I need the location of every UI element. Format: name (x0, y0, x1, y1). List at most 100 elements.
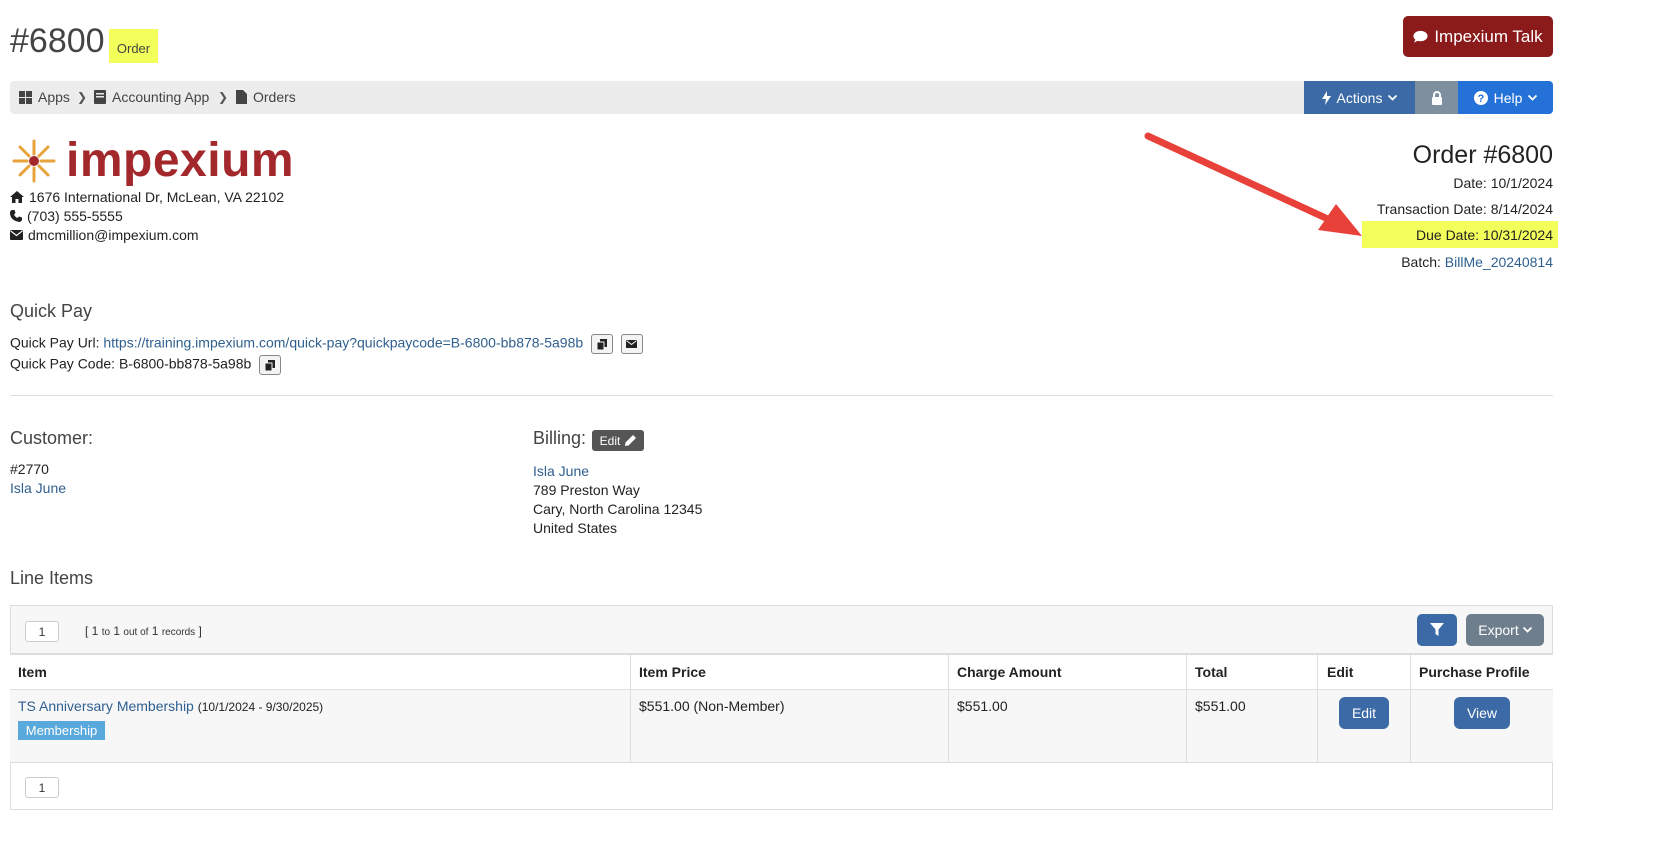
records-to-word: to (101, 627, 111, 638)
envelope-icon (10, 230, 23, 240)
charge-amount-cell: $551.00 (957, 698, 1008, 714)
billing-name-link[interactable]: Isla June (533, 463, 589, 479)
chevron-right-icon: ❯ (218, 90, 229, 104)
breadcrumb-orders[interactable]: Orders (236, 89, 296, 105)
phone-text: (703) 555-5555 (27, 208, 123, 224)
line-items-title: Line Items (10, 568, 94, 588)
edit-line-item-button[interactable]: Edit (1339, 697, 1389, 729)
impexium-logo-icon (12, 139, 56, 183)
help-button[interactable]: ? Help (1458, 81, 1553, 114)
copy-icon (597, 338, 608, 350)
order-type-tag: Order (109, 29, 158, 63)
email-text: dmcmillion@impexium.com (28, 227, 199, 243)
records-to: 1 (113, 624, 121, 638)
view-purchase-profile-button[interactable]: View (1454, 697, 1510, 729)
breadcrumb-apps-label: Apps (38, 89, 70, 105)
column-divider (1186, 654, 1187, 763)
export-button[interactable]: Export (1466, 614, 1544, 646)
column-header-item[interactable]: Item (18, 664, 47, 680)
batch-link[interactable]: BillMe_20240814 (1445, 254, 1553, 270)
copy-code-button[interactable] (259, 355, 282, 375)
quick-pay-code-label: Quick Pay Code: (10, 355, 116, 372)
export-label: Export (1478, 622, 1519, 638)
transaction-date: Transaction Date: 8/14/2024 (1376, 201, 1553, 217)
item-price-cell: $551.00 (Non-Member) (639, 698, 785, 714)
column-divider (1317, 654, 1318, 763)
actions-label: Actions (1336, 89, 1383, 106)
order-date: Date: 10/1/2024 (1453, 175, 1553, 191)
address-text: 1676 International Dr, McLean, VA 22102 (29, 189, 285, 205)
column-header-purchase-profile: Purchase Profile (1419, 664, 1530, 680)
copy-url-button[interactable] (591, 334, 614, 354)
envelope-icon (626, 340, 638, 348)
item-name-link[interactable]: TS Anniversary Membership (18, 698, 194, 714)
actions-button[interactable]: Actions (1304, 81, 1415, 114)
phone-icon (10, 210, 22, 222)
quick-pay-url-link[interactable]: https://training.impexium.com/quick-pay?… (103, 335, 583, 351)
filter-button[interactable] (1417, 614, 1457, 646)
bottom-page-number-button[interactable]: 1 (25, 777, 59, 798)
impexium-talk-button[interactable]: Impexium Talk (1403, 16, 1553, 57)
column-divider (948, 654, 949, 763)
edit-billing-button[interactable]: Edit (592, 430, 644, 451)
records-word: records (161, 627, 196, 638)
customer-id: #2770 (10, 461, 49, 477)
billing-title: Billing: (533, 428, 587, 448)
company-email: dmcmillion@impexium.com (10, 227, 199, 243)
grid-icon (19, 90, 32, 104)
page-title: #6800 (10, 22, 105, 60)
breadcrumb-accounting-app[interactable]: Accounting App (94, 89, 209, 105)
column-divider (630, 654, 631, 763)
records-from: 1 (91, 624, 99, 638)
chevron-down-icon (1522, 627, 1532, 633)
batch-label: Batch: (1401, 254, 1441, 270)
quick-pay-url-label: Quick Pay Url: (10, 334, 100, 351)
company-logo: impexium (10, 135, 294, 187)
column-header-total[interactable]: Total (1195, 664, 1227, 680)
page-number-button[interactable]: 1 (25, 621, 59, 642)
item-cell: TS Anniversary Membership (10/1/2024 - 9… (18, 698, 323, 714)
lock-icon (1431, 90, 1442, 105)
quick-pay-url-line: Quick Pay Url: https://training.impexium… (10, 334, 643, 354)
copy-icon (265, 359, 276, 371)
email-url-button[interactable] (620, 334, 643, 354)
customer-name-link[interactable]: Isla June (10, 480, 66, 496)
breadcrumb-orders-label: Orders (253, 89, 296, 105)
records-summary: [ 1 to 1 out of 1 records ] (85, 624, 202, 638)
item-period: (10/1/2024 - 9/30/2025) (197, 700, 324, 714)
billing-city: Cary, North Carolina 12345 (533, 501, 703, 517)
bolt-icon (1321, 90, 1331, 105)
chevron-down-icon (1388, 94, 1398, 101)
logo-text: impexium (66, 134, 295, 187)
column-header-charge-amount[interactable]: Charge Amount (957, 664, 1061, 680)
book-icon (94, 90, 106, 104)
column-header-item-price[interactable]: Item Price (639, 664, 706, 680)
annotation-arrow-icon (1144, 132, 1362, 236)
records-outof-word: out of (123, 627, 149, 638)
file-icon (236, 90, 247, 104)
quick-pay-title: Quick Pay (10, 301, 93, 321)
customer-title: Customer: (10, 428, 94, 448)
records-total: 1 (151, 624, 159, 638)
membership-badge: Membership (18, 721, 105, 740)
edit-billing-label: Edit (599, 433, 621, 448)
section-divider (10, 395, 1553, 396)
table-toolbar (10, 605, 1553, 654)
pencil-icon (625, 435, 637, 446)
help-label: Help (1493, 89, 1523, 106)
breadcrumb-apps[interactable]: Apps (19, 89, 70, 105)
chevron-right-icon: ❯ (77, 90, 88, 104)
question-circle-icon: ? (1473, 90, 1488, 105)
company-address: 1676 International Dr, McLean, VA 22102 (10, 189, 284, 205)
breadcrumb-accounting-label: Accounting App (112, 89, 210, 105)
batch-line: Batch: BillMe_20240814 (1401, 254, 1553, 270)
filter-icon (1430, 623, 1444, 636)
billing-country: United States (533, 520, 618, 536)
chat-bubble-icon (1413, 30, 1428, 43)
column-header-edit: Edit (1327, 664, 1354, 680)
lock-button[interactable] (1415, 81, 1458, 114)
order-title: Order #6800 (1412, 141, 1553, 169)
quick-pay-code-value: B-6800-bb878-5a98b (118, 355, 252, 372)
impexium-talk-label: Impexium Talk (1434, 26, 1543, 46)
column-divider (1410, 654, 1411, 763)
